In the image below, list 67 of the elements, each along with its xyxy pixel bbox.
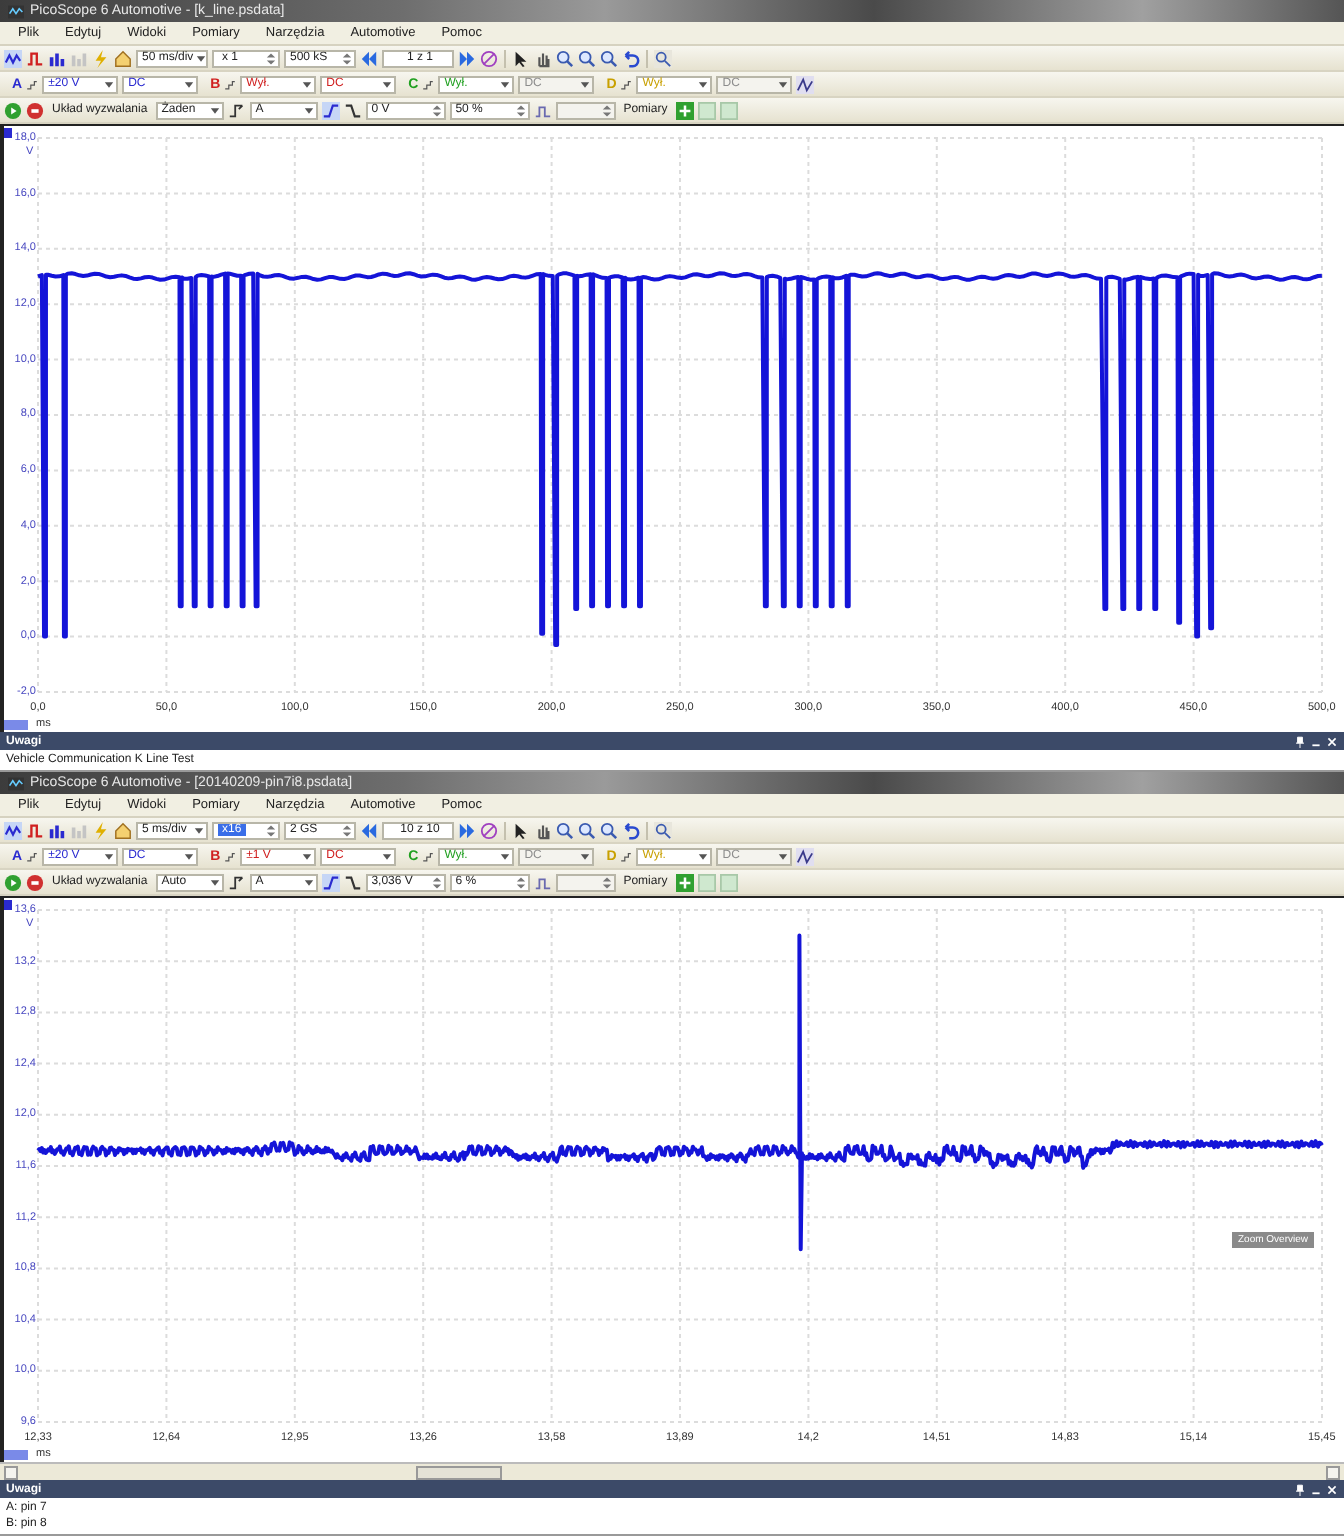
trigger-icon[interactable] [227,101,246,119]
zoom-fit-icon[interactable] [654,49,672,67]
app-icon [8,3,24,19]
caret-icon[interactable] [380,849,395,863]
horizontal-scrollbar[interactable] [0,1462,1344,1480]
caret-icon[interactable] [498,77,513,91]
falling-edge-icon[interactable] [343,101,362,119]
spinner-arrows-icon[interactable] [513,103,528,117]
double-arrow-right-icon[interactable] [458,49,476,67]
undo-icon[interactable] [622,821,640,839]
bar-chart-icon[interactable] [48,821,66,839]
circle-slash-icon[interactable] [480,821,498,839]
spinner-arrows-icon[interactable] [599,875,614,889]
advanced-trigger-icon[interactable] [533,873,552,891]
pulse-icon[interactable] [26,821,44,839]
channel-marker [4,128,12,138]
caret-icon[interactable] [696,849,711,863]
caret-icon[interactable] [498,849,513,863]
waveform-icon[interactable] [4,821,22,839]
double-arrow-left-icon[interactable] [360,49,378,67]
advanced-trigger-icon[interactable] [533,101,552,119]
spinner-arrows-icon[interactable] [599,103,614,117]
caret-icon[interactable] [380,77,395,91]
spinner-arrows-icon[interactable] [264,823,278,837]
double-arrow-left-icon[interactable] [360,821,378,839]
pin-icon[interactable] [1294,735,1306,747]
channel-marker [4,900,12,910]
waveform-icon[interactable] [4,49,22,67]
app-icon [8,775,24,791]
spinner-arrows-icon[interactable] [513,875,528,889]
spinner-arrows-icon[interactable] [264,51,278,65]
pointer-icon[interactable] [512,49,530,67]
pointer-icon[interactable] [512,821,530,839]
spinner-arrows-icon[interactable] [429,103,444,117]
zoom-fit-icon[interactable] [654,821,672,839]
zoom-out-icon[interactable] [578,49,596,67]
trigger-icon[interactable] [227,873,246,891]
pin-icon[interactable] [1294,1483,1306,1495]
close-icon[interactable] [1326,1483,1338,1495]
pulse-icon[interactable] [26,49,44,67]
zoom-out-icon[interactable] [578,821,596,839]
play-icon[interactable] [4,873,22,891]
spinner-arrows-icon[interactable] [429,875,444,889]
zoom-badge [4,719,28,729]
add-measurement-icon[interactable] [675,873,694,891]
double-arrow-right-icon[interactable] [458,821,476,839]
add-measurement-icon[interactable] [675,101,694,119]
circle-slash-icon[interactable] [480,49,498,67]
falling-edge-icon[interactable] [343,873,362,891]
bar-chart-icon[interactable] [48,49,66,67]
magnifier-icon[interactable] [600,49,618,67]
zoom-badge [4,1449,28,1459]
stop-icon[interactable] [26,873,44,891]
zoom-in-icon[interactable] [556,49,574,67]
caret-icon[interactable] [102,849,117,863]
caret-icon[interactable] [696,77,711,91]
spinner-arrows-icon[interactable] [340,51,354,65]
stop-icon[interactable] [26,101,44,119]
magnifier-icon[interactable] [600,821,618,839]
rising-edge-icon[interactable] [321,101,340,119]
rising-edge-icon[interactable] [321,873,340,891]
zoom-in-icon[interactable] [556,821,574,839]
close-icon[interactable] [1326,735,1338,747]
undo-icon[interactable] [622,49,640,67]
caret-icon[interactable] [102,77,117,91]
play-icon[interactable] [4,101,22,119]
spinner-arrows-icon[interactable] [340,823,354,837]
